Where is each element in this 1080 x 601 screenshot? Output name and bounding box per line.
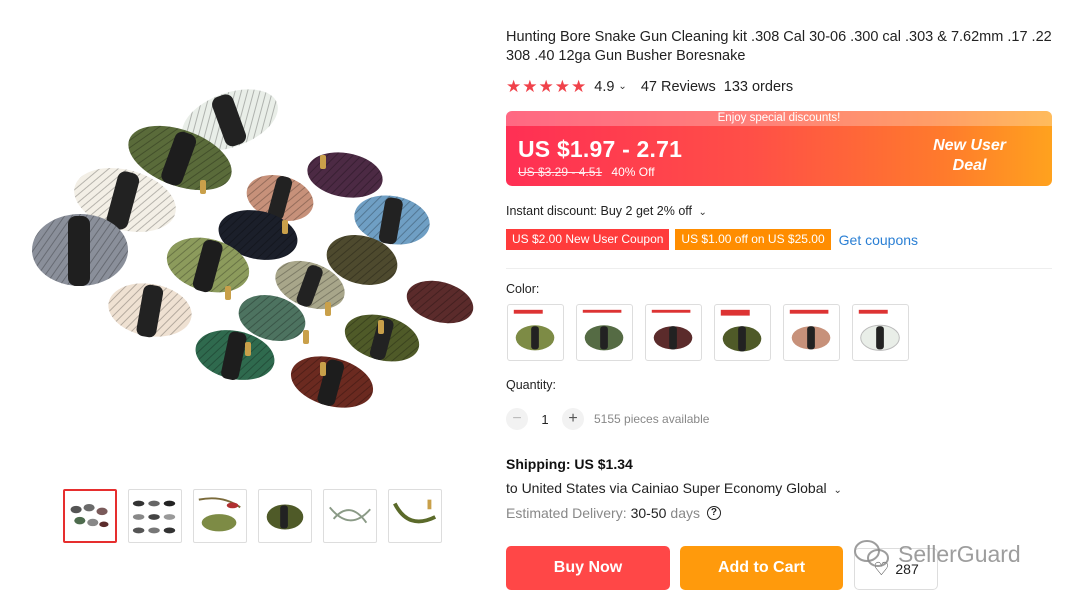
thumbnail-1[interactable] xyxy=(63,489,117,543)
new-user-coupon[interactable]: US $2.00 New User Coupon xyxy=(506,229,670,250)
estimated-delivery-value: 30-50 xyxy=(630,505,667,521)
rating-row: ★ ★ ★ ★ ★ 4.9 ⌄ 47 Reviews 133 orders xyxy=(506,78,793,95)
shipping-price: Shipping: US $1.34 xyxy=(506,456,633,472)
color-swatch-2[interactable] xyxy=(576,304,633,361)
new-user-deal-badge: New User Deal xyxy=(933,136,1006,176)
estimated-delivery-unit: days xyxy=(670,505,700,521)
thumbnail-5[interactable] xyxy=(323,489,377,543)
product-title: Hunting Bore Snake Gun Cleaning kit .308… xyxy=(506,29,1052,64)
rating-value[interactable]: 4.9 xyxy=(594,79,614,95)
orders-count: 133 orders xyxy=(723,78,794,95)
chevron-down-icon[interactable]: ⌄ xyxy=(618,81,626,92)
quantity-label: Quantity: xyxy=(506,378,557,392)
quantity-input[interactable]: 1 xyxy=(528,412,562,427)
star-icon: ★ xyxy=(571,77,587,96)
watermark: SellerGuard xyxy=(852,538,1021,570)
badge-line-1: New User xyxy=(933,137,1006,154)
shipping-destination-text: to United States via Cainiao Super Econo… xyxy=(506,480,827,496)
store-coupon[interactable]: US $1.00 off on US $25.00 xyxy=(675,229,831,250)
instant-discount[interactable]: Instant discount: Buy 2 get 2% off ⌄ xyxy=(506,204,721,218)
star-icon: ★ xyxy=(522,77,538,96)
discount-percent: 40% Off xyxy=(611,165,655,179)
pieces-available: 5155 pieces available xyxy=(594,412,710,426)
color-swatch-3[interactable] xyxy=(645,304,702,361)
chevron-down-icon: ⌄ xyxy=(833,485,842,496)
main-product-image[interactable] xyxy=(20,80,490,440)
buy-now-button[interactable]: Buy Now xyxy=(506,546,670,590)
quantity-increase-button[interactable]: + xyxy=(562,408,584,430)
star-icon: ★ xyxy=(538,77,554,96)
thumbnail-3[interactable] xyxy=(193,489,247,543)
quantity-stepper: − 1 + 5155 pieces available xyxy=(506,408,709,430)
color-swatches xyxy=(507,304,909,361)
reviews-link[interactable]: 47 Reviews xyxy=(641,79,716,95)
instant-discount-text: Instant discount: Buy 2 get 2% off xyxy=(506,204,692,218)
banner-top-text: Enjoy special discounts! xyxy=(506,111,1052,126)
thumbnail-4[interactable] xyxy=(258,489,312,543)
watermark-text: SellerGuard xyxy=(898,540,1021,567)
color-label: Color: xyxy=(506,282,540,296)
add-to-cart-button[interactable]: Add to Cart xyxy=(680,546,843,590)
thumbnail-6[interactable] xyxy=(388,489,442,543)
estimated-delivery: Estimated Delivery: 30-50 days ? xyxy=(506,505,721,521)
get-coupons-link[interactable]: Get coupons xyxy=(839,232,918,248)
badge-line-2: Deal xyxy=(952,157,987,174)
coupons-row: US $2.00 New User Coupon US $1.00 off on… xyxy=(506,229,918,250)
divider xyxy=(506,268,1052,269)
shipping-destination[interactable]: to United States via Cainiao Super Econo… xyxy=(506,480,856,496)
color-swatch-5[interactable] xyxy=(783,304,840,361)
wechat-icon xyxy=(854,540,889,567)
star-icon: ★ xyxy=(506,77,522,96)
price-sub: US $3.29 - 4.51 40% Off xyxy=(518,165,655,179)
price-banner: Enjoy special discounts! US $1.97 - 2.71… xyxy=(506,111,1052,186)
estimated-delivery-label: Estimated Delivery: xyxy=(506,505,627,521)
thumbnail-2[interactable] xyxy=(128,489,182,543)
chevron-down-icon: ⌄ xyxy=(698,207,707,218)
current-price: US $1.97 - 2.71 xyxy=(518,136,683,162)
quantity-decrease-button[interactable]: − xyxy=(506,408,528,430)
star-icon: ★ xyxy=(554,77,570,96)
color-swatch-6[interactable] xyxy=(852,304,909,361)
rating-stars: ★ ★ ★ ★ ★ xyxy=(506,78,586,95)
color-swatch-4[interactable] xyxy=(714,304,771,361)
help-icon[interactable]: ? xyxy=(706,506,721,520)
color-swatch-1[interactable] xyxy=(507,304,564,361)
thumbnail-strip xyxy=(63,489,442,543)
original-price: US $3.29 - 4.51 xyxy=(518,165,603,179)
